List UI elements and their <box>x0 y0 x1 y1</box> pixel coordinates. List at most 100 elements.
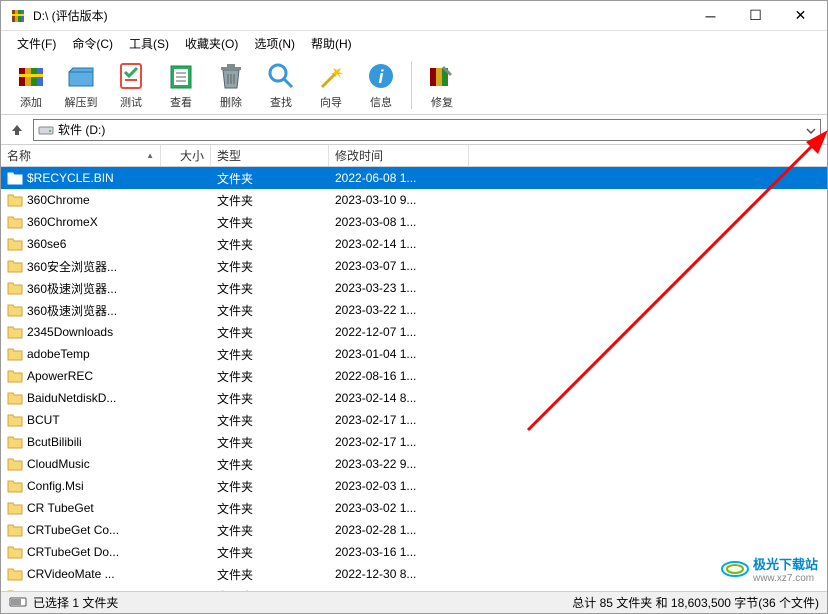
minimize-button[interactable]: ─ <box>688 2 733 30</box>
menu-commands[interactable]: 命令(C) <box>64 33 121 54</box>
file-row[interactable]: 360极速浏览器...文件夹2023-03-23 1... <box>1 277 827 299</box>
find-button[interactable]: 查找 <box>257 57 305 113</box>
file-row[interactable]: CR TubeGet文件夹2023-03-02 1... <box>1 497 827 519</box>
file-mtime-cell: 2023-03-08 1... <box>329 215 469 229</box>
folder-icon <box>7 523 23 537</box>
file-type-cell: 文件夹 <box>211 434 329 451</box>
column-modified[interactable]: 修改时间 <box>329 145 469 166</box>
folder-icon <box>7 303 23 317</box>
extract-button[interactable]: 解压到 <box>57 57 105 113</box>
file-name: CRVideoMate ... <box>27 567 115 581</box>
path-combobox[interactable]: 软件 (D:) <box>33 119 821 141</box>
watermark-name: 极光下载站 <box>753 554 818 573</box>
file-row[interactable]: BaiduNetdiskD... 文件夹2023-02-14 8... <box>1 387 827 409</box>
file-mtime-cell: 2022-12-30 8... <box>329 567 469 581</box>
file-name: CRTubeGet Do... <box>27 545 119 559</box>
add-button[interactable]: 添加 <box>7 57 55 113</box>
folder-icon <box>7 457 23 471</box>
window-controls: ─ ☐ ✕ <box>688 2 823 30</box>
file-name: ApowerREC <box>27 369 93 383</box>
app-icon <box>11 8 27 24</box>
sort-indicator-icon: ▲ <box>146 151 154 160</box>
menu-file[interactable]: 文件(F) <box>9 33 64 54</box>
file-row[interactable]: CRTubeGet Do... 文件夹2023-03-16 1... <box>1 541 827 563</box>
file-row[interactable]: Config.Msi文件夹2023-02-03 1... <box>1 475 827 497</box>
file-name: 2345Downloads <box>27 325 113 339</box>
test-label: 测试 <box>120 94 142 110</box>
file-name-cell: 360极速浏览器... <box>1 280 161 297</box>
info-label: 信息 <box>370 94 392 110</box>
file-type-cell: 文件夹 <box>211 170 329 187</box>
folder-icon <box>7 215 23 229</box>
file-mtime-cell: 2023-02-14 8... <box>329 391 469 405</box>
path-dropdown-arrow[interactable] <box>806 123 816 137</box>
file-row[interactable]: 360安全浏览器...文件夹2023-03-07 1... <box>1 255 827 277</box>
file-name: 360se6 <box>27 237 66 251</box>
file-row[interactable]: 360ChromeX文件夹2023-03-08 1... <box>1 211 827 233</box>
file-mtime-cell: 2023-03-16 1... <box>329 545 469 559</box>
file-row[interactable]: BCUT文件夹2023-02-17 1... <box>1 409 827 431</box>
file-row[interactable]: 2345Downloads文件夹2022-12-07 1... <box>1 321 827 343</box>
file-name-cell: 360Chrome <box>1 193 161 207</box>
repair-button[interactable]: 修复 <box>418 57 466 113</box>
file-row[interactable]: BcutBilibili文件夹2023-02-17 1... <box>1 431 827 453</box>
file-row[interactable]: CloudMusic文件夹2023-03-22 9... <box>1 453 827 475</box>
file-row[interactable]: 360极速浏览器...文件夹2023-03-22 1... <box>1 299 827 321</box>
file-name: adobeTemp <box>27 347 90 361</box>
folder-icon <box>7 413 23 427</box>
column-size[interactable]: 大小 <box>161 145 211 166</box>
file-type-cell: 文件夹 <box>211 478 329 495</box>
folder-icon <box>7 435 23 449</box>
folder-icon <box>7 501 23 515</box>
view-button[interactable]: 查看 <box>157 57 205 113</box>
delete-button[interactable]: 删除 <box>207 57 255 113</box>
wizard-icon <box>315 60 347 92</box>
folder-icon <box>7 237 23 251</box>
file-name-cell: BaiduNetdiskD... <box>1 391 161 405</box>
file-type-cell: 文件夹 <box>211 412 329 429</box>
wizard-label: 向导 <box>320 94 342 110</box>
file-row[interactable]: 360Chrome文件夹2023-03-10 9... <box>1 189 827 211</box>
file-row[interactable]: ApowerREC文件夹2022-08-16 1... <box>1 365 827 387</box>
file-type-cell: 文件夹 <box>211 544 329 561</box>
menu-options[interactable]: 选项(N) <box>246 33 303 54</box>
file-name-cell: Config.Msi <box>1 479 161 493</box>
file-name-cell: ApowerREC <box>1 369 161 383</box>
file-name: 360安全浏览器... <box>27 258 117 275</box>
folder-icon <box>7 369 23 383</box>
file-name-cell: 360ChromeX <box>1 215 161 229</box>
column-type[interactable]: 类型 <box>211 145 329 166</box>
wizard-button[interactable]: 向导 <box>307 57 355 113</box>
file-row[interactable]: CRVideoMate ...文件夹2022-12-30 8... <box>1 563 827 585</box>
column-name[interactable]: 名称▲ <box>1 145 161 166</box>
file-mtime-cell: 2023-03-02 1... <box>329 501 469 515</box>
file-name-cell: CRVideoMate ... <box>1 567 161 581</box>
test-button[interactable]: 测试 <box>107 57 155 113</box>
file-type-cell: 文件夹 <box>211 390 329 407</box>
menu-help[interactable]: 帮助(H) <box>303 33 360 54</box>
window-title: D:\ (评估版本) <box>33 7 688 24</box>
file-row[interactable]: 360se6文件夹2023-02-14 1... <box>1 233 827 255</box>
folder-icon <box>7 193 23 207</box>
folder-icon <box>7 479 23 493</box>
menu-tools[interactable]: 工具(S) <box>121 33 177 54</box>
file-name: Config.Msi <box>27 479 84 493</box>
extract-icon <box>65 60 97 92</box>
extract-label: 解压到 <box>65 94 98 110</box>
file-row[interactable]: adobeTemp文件夹2023-01-04 1... <box>1 343 827 365</box>
maximize-button[interactable]: ☐ <box>733 2 778 30</box>
file-row[interactable]: CRTubeGet Co...文件夹2023-02-28 1... <box>1 519 827 541</box>
file-mtime-cell: 2022-08-16 1... <box>329 369 469 383</box>
nav-up-button[interactable] <box>7 120 27 140</box>
file-name-cell: CR TubeGet <box>1 501 161 515</box>
info-button[interactable]: i 信息 <box>357 57 405 113</box>
file-name-cell: BcutBilibili <box>1 435 161 449</box>
close-button[interactable]: ✕ <box>778 2 823 30</box>
navbar: 软件 (D:) <box>1 115 827 145</box>
menu-favorites[interactable]: 收藏夹(O) <box>177 33 246 54</box>
list-header: 名称▲ 大小 类型 修改时间 <box>1 145 827 167</box>
file-list[interactable]: $RECYCLE.BIN文件夹2022-06-08 1...360Chrome文… <box>1 167 827 591</box>
file-name: BcutBilibili <box>27 435 82 449</box>
add-label: 添加 <box>20 94 42 110</box>
file-row[interactable]: $RECYCLE.BIN文件夹2022-06-08 1... <box>1 167 827 189</box>
